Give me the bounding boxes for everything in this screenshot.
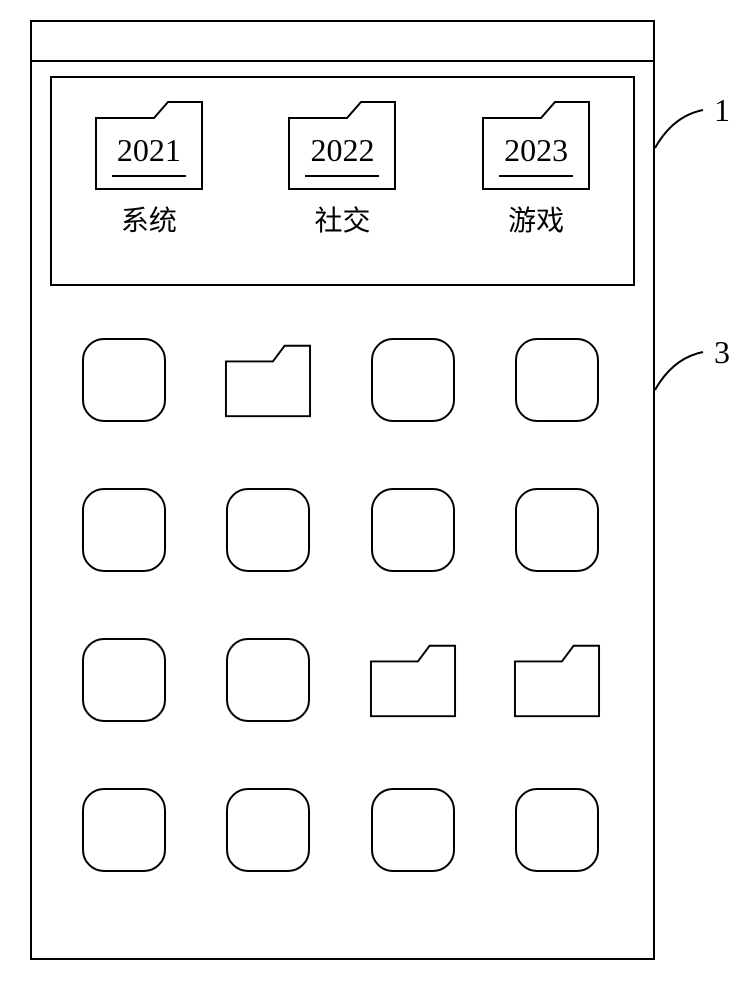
app-icon <box>515 788 599 872</box>
grid-app[interactable] <box>369 786 457 874</box>
grid-folder[interactable] <box>224 336 312 424</box>
folder-label-system: 系统 <box>121 199 177 239</box>
grid-folder[interactable] <box>369 636 457 724</box>
status-bar <box>32 22 653 62</box>
app-icon <box>371 338 455 422</box>
app-icon <box>82 488 166 572</box>
folder-item-social[interactable]: 2022 社交 <box>287 96 397 239</box>
folder-year: 2021 <box>94 132 204 169</box>
folder-icon <box>224 341 312 419</box>
grid-app[interactable] <box>369 336 457 424</box>
folder-year: 2022 <box>287 132 397 169</box>
app-icon <box>226 638 310 722</box>
top-folder-section: 2021 系统 2022 社交 2023 游戏 <box>50 76 635 286</box>
app-icon <box>515 488 599 572</box>
app-grid <box>32 336 653 874</box>
app-icon <box>82 338 166 422</box>
grid-app[interactable] <box>224 486 312 574</box>
grid-app[interactable] <box>513 786 601 874</box>
folder-icon: 2022 <box>287 96 397 191</box>
app-icon <box>515 338 599 422</box>
grid-app[interactable] <box>224 786 312 874</box>
callout-label-1: 1 <box>714 92 730 129</box>
grid-app[interactable] <box>224 636 312 724</box>
app-icon <box>371 788 455 872</box>
folder-underline <box>499 175 573 177</box>
grid-app[interactable] <box>513 486 601 574</box>
grid-app[interactable] <box>369 486 457 574</box>
app-icon <box>82 638 166 722</box>
folder-icon: 2023 <box>481 96 591 191</box>
app-icon <box>226 788 310 872</box>
grid-app[interactable] <box>80 486 168 574</box>
folder-icon: 2021 <box>94 96 204 191</box>
grid-app[interactable] <box>80 336 168 424</box>
device-frame: 2021 系统 2022 社交 2023 游戏 <box>30 20 655 960</box>
app-icon <box>82 788 166 872</box>
folder-label-games: 游戏 <box>508 199 564 239</box>
folder-underline <box>112 175 186 177</box>
folder-underline <box>305 175 379 177</box>
grid-app[interactable] <box>80 636 168 724</box>
callout-label-3: 3 <box>714 334 730 371</box>
app-icon <box>226 488 310 572</box>
folder-item-games[interactable]: 2023 游戏 <box>481 96 591 239</box>
grid-app[interactable] <box>513 336 601 424</box>
folder-icon <box>513 641 601 719</box>
callout-line-3 <box>655 350 715 394</box>
folder-label-social: 社交 <box>314 199 370 239</box>
folder-year: 2023 <box>481 132 591 169</box>
folder-item-system[interactable]: 2021 系统 <box>94 96 204 239</box>
folder-icon <box>369 641 457 719</box>
grid-folder[interactable] <box>513 636 601 724</box>
app-icon <box>371 488 455 572</box>
callout-line-1 <box>655 108 715 152</box>
grid-app[interactable] <box>80 786 168 874</box>
